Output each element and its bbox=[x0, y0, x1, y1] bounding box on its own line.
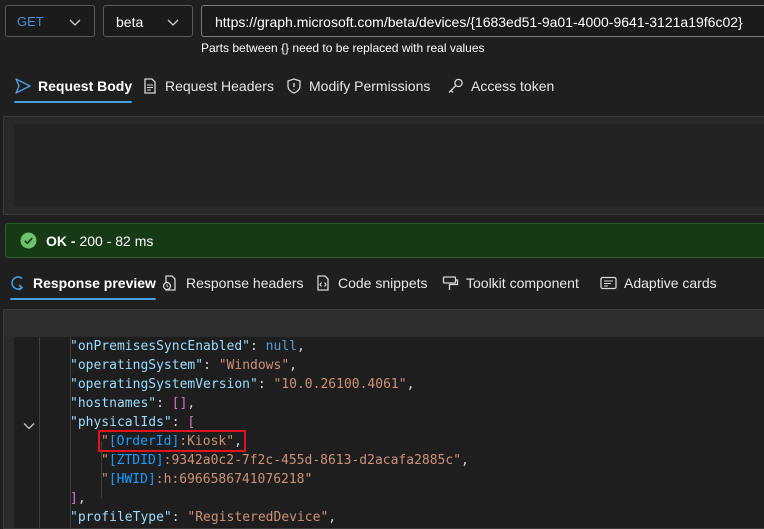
json-punct: , bbox=[328, 510, 337, 525]
tab-request-body[interactable]: Request Body bbox=[14, 71, 133, 103]
response-json-viewer[interactable]: "onPremisesSyncEnabled": null, "operatin… bbox=[14, 337, 764, 528]
json-punct: " bbox=[101, 472, 109, 487]
json-value: "10.0.26100.4061" bbox=[273, 377, 407, 392]
json-punct: : bbox=[171, 510, 188, 525]
json-key: "hostnames" bbox=[70, 396, 157, 411]
json-line: "[ZTDID]:9342a0c2-7f2c-455d-8613-d2acafa… bbox=[101, 451, 469, 470]
json-line: "operatingSystem": "Windows", bbox=[70, 356, 297, 375]
json-punct: : bbox=[171, 415, 188, 430]
json-punct: : bbox=[156, 396, 172, 411]
request-body-panel bbox=[3, 116, 764, 215]
json-line: "operatingSystemVersion": "10.0.26100.40… bbox=[70, 375, 414, 394]
tab-adaptive-cards[interactable]: Adaptive cards bbox=[599, 268, 717, 298]
shield-icon bbox=[287, 78, 301, 94]
json-value: :h:6966586741076218" bbox=[155, 472, 313, 487]
response-tabs: Response preview Response headers Code s… bbox=[0, 268, 764, 300]
json-value-tag: [ZTDID] bbox=[108, 453, 164, 468]
request-bar: GET beta https://graph.microsoft.com/bet… bbox=[0, 0, 764, 60]
json-value: null bbox=[265, 339, 297, 354]
json-line: "[HWID]:h:6966586741076218" bbox=[101, 470, 312, 489]
json-key: "operatingSystem" bbox=[70, 358, 204, 373]
json-punct: , bbox=[296, 339, 305, 354]
tab-label: Request Headers bbox=[165, 78, 274, 94]
tab-code-snippets[interactable]: Code snippets bbox=[314, 268, 428, 298]
tab-label: Response headers bbox=[186, 275, 304, 291]
json-value: :9342a0c2-7f2c-455d-8613-d2acafa2885c" bbox=[163, 453, 462, 468]
request-url-value: https://graph.microsoft.com/beta/devices… bbox=[215, 14, 743, 30]
url-hint-text: Parts between {} need to be replaced wit… bbox=[201, 41, 485, 55]
tab-access-token[interactable]: Access token bbox=[446, 71, 554, 101]
json-line: "hostnames": [], bbox=[70, 394, 195, 413]
highlight-box bbox=[98, 430, 246, 452]
json-line: "onPremisesSyncEnabled": null, bbox=[70, 337, 305, 356]
response-status-bar: OK - 200 - 82 ms bbox=[5, 223, 764, 258]
json-value-tag: [HWID] bbox=[108, 472, 156, 487]
json-line: "profileType": "RegisteredDevice", bbox=[70, 508, 336, 527]
tab-response-preview[interactable]: Response preview bbox=[10, 268, 156, 300]
tab-label: Access token bbox=[471, 78, 555, 94]
json-bracket: [ bbox=[187, 415, 196, 430]
json-punct: : bbox=[257, 377, 274, 392]
api-version-dropdown[interactable]: beta bbox=[103, 5, 193, 37]
json-punct: " bbox=[101, 453, 109, 468]
tab-response-headers[interactable]: Response headers bbox=[161, 268, 304, 298]
json-punct: : bbox=[203, 358, 219, 373]
indent-guide bbox=[39, 337, 40, 528]
http-method-dropdown[interactable]: GET bbox=[5, 5, 95, 37]
json-key: "onPremisesSyncEnabled" bbox=[70, 339, 251, 354]
json-bracket: ] bbox=[70, 491, 78, 506]
tab-label: Modify Permissions bbox=[309, 78, 431, 94]
chevron-down-icon bbox=[167, 19, 179, 26]
tab-request-headers[interactable]: Request Headers bbox=[141, 71, 274, 101]
json-punct: : bbox=[250, 339, 266, 354]
response-toolbar-strip bbox=[4, 310, 764, 336]
tab-label: Adaptive cards bbox=[624, 275, 717, 291]
api-version-value: beta bbox=[116, 14, 144, 30]
status-detail: 200 - 82 ms bbox=[75, 232, 154, 249]
toolkit-icon bbox=[442, 276, 459, 290]
json-value: "Windows" bbox=[218, 358, 290, 373]
document-icon bbox=[144, 78, 156, 94]
json-value: "RegisteredDevice" bbox=[187, 510, 329, 525]
adaptive-cards-icon bbox=[600, 276, 617, 290]
status-text: OK - 200 - 82 ms bbox=[46, 233, 153, 249]
json-key: "operatingSystemVersion" bbox=[70, 377, 258, 392]
json-key: "physicalIds" bbox=[70, 415, 172, 430]
request-body-editor[interactable] bbox=[14, 124, 764, 206]
response-headers-icon bbox=[162, 275, 176, 291]
code-snippets-icon bbox=[317, 275, 329, 291]
key-icon bbox=[448, 78, 463, 93]
send-icon bbox=[15, 78, 31, 94]
tab-label: Response preview bbox=[33, 275, 156, 291]
json-value: [] bbox=[171, 396, 188, 411]
chevron-down-icon[interactable] bbox=[22, 419, 36, 433]
json-key: "profileType" bbox=[70, 510, 172, 525]
active-tab-indicator bbox=[10, 298, 156, 300]
request-tabs: Request Body Request Headers Modify Perm… bbox=[0, 71, 764, 103]
json-line: ], bbox=[70, 489, 86, 508]
tab-toolkit-component[interactable]: Toolkit component bbox=[441, 268, 579, 298]
request-url-input[interactable]: https://graph.microsoft.com/beta/devices… bbox=[201, 5, 764, 37]
json-punct: , bbox=[461, 453, 469, 468]
chevron-down-icon bbox=[69, 19, 81, 26]
checkmark-circle-icon bbox=[20, 232, 37, 249]
active-tab-indicator bbox=[14, 101, 133, 103]
tab-modify-permissions[interactable]: Modify Permissions bbox=[285, 71, 430, 101]
json-punct: , bbox=[406, 377, 415, 392]
json-punct: , bbox=[77, 491, 86, 506]
status-label: OK - bbox=[46, 232, 76, 249]
json-punct: , bbox=[289, 358, 297, 373]
tab-label: Request Body bbox=[38, 78, 133, 94]
json-punct: , bbox=[187, 396, 196, 411]
response-preview-panel: "onPremisesSyncEnabled": null, "operatin… bbox=[3, 309, 764, 529]
tab-label: Toolkit component bbox=[466, 275, 579, 291]
http-method-value: GET bbox=[17, 14, 44, 29]
response-preview-icon bbox=[11, 276, 24, 291]
tab-label: Code snippets bbox=[338, 275, 428, 291]
